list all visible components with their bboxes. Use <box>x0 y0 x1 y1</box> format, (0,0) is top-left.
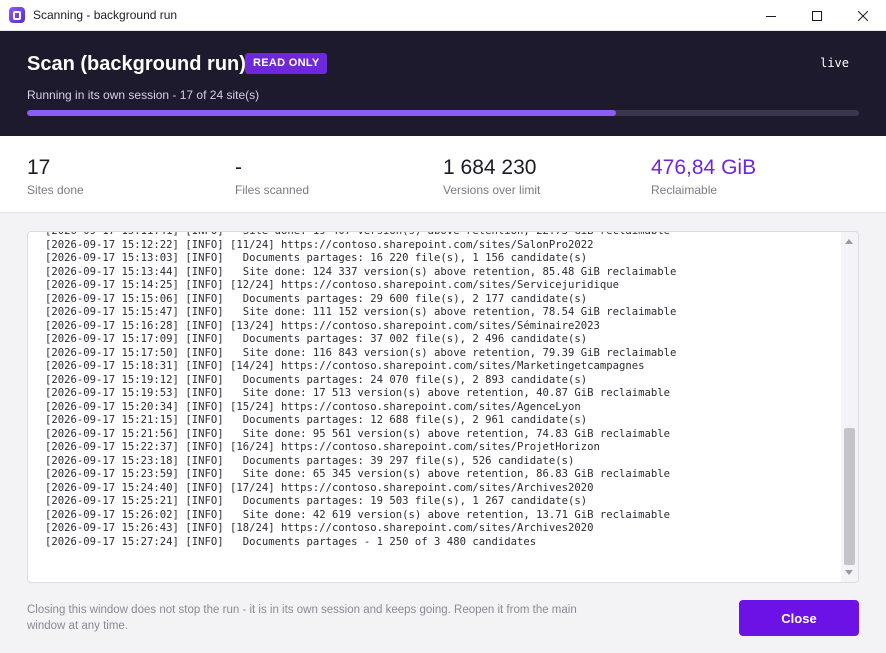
stat-value: 1 684 230 <box>443 156 537 179</box>
stat-label: Sites done <box>27 183 84 197</box>
log-line: [2026-09-17 15:19:53] [INFO] Site done: … <box>45 387 671 399</box>
scroll-up-icon[interactable] <box>845 239 853 244</box>
stat-label: Versions over limit <box>443 183 541 197</box>
log-line: [2026-09-17 15:24:40] [INFO] [17/24] htt… <box>45 481 594 494</box>
log-line: [2026-09-17 15:21:15] [INFO] Documents p… <box>45 414 588 426</box>
stat-value: 476,84 GiB <box>651 156 757 179</box>
page-title: Scan (background run) <box>27 53 246 75</box>
log-line: [2026-09-17 15:15:06] [INFO] Documents p… <box>45 292 588 305</box>
log-line: [2026-09-17 15:13:44] [INFO] Site done: … <box>45 265 677 278</box>
stat-value: 17 <box>27 156 51 179</box>
progress-fill <box>27 110 617 116</box>
stat-label: Reclaimable <box>651 183 718 197</box>
log-line: [2026-09-17 15:26:02] [INFO] Site done: … <box>45 508 671 521</box>
stat-reclaimable: 476,84 GiB Reclaimable <box>651 156 756 197</box>
title-bar: Scanning - background run <box>0 0 886 31</box>
maximize-icon <box>812 10 822 21</box>
log-line: [2026-09-17 15:15:47] [INFO] Site done: … <box>45 306 677 318</box>
progress-bar <box>27 110 859 116</box>
log-line: [2026-09-17 15:23:59] [INFO] Site done: … <box>45 468 671 480</box>
close-icon <box>858 10 868 21</box>
status-subtitle: Running in its own session - 17 of 24 si… <box>27 88 260 102</box>
read-only-badge: READ ONLY <box>245 53 328 74</box>
log-line: [2026-09-17 15:22:37] [INFO] [16/24] htt… <box>45 441 600 453</box>
stat-sites-done: 17 Sites done <box>27 156 84 197</box>
scroll-down-icon[interactable] <box>845 570 853 575</box>
scan-header: Scan (background run) READ ONLY live Run… <box>0 31 886 136</box>
minimize-button[interactable] <box>748 0 794 31</box>
log-scrollbar[interactable] <box>841 232 858 582</box>
log-line: [2026-09-17 15:18:31] [INFO] [14/24] htt… <box>45 360 645 372</box>
stat-label: Files scanned <box>235 183 310 197</box>
footer-note: Closing this window does not stop the ru… <box>27 604 577 632</box>
close-button[interactable]: Close <box>739 600 859 636</box>
log-line: [2026-09-17 15:20:34] [INFO] [15/24] htt… <box>45 400 581 413</box>
stat-files-scanned: - Files scanned <box>235 156 309 197</box>
stat-versions-over-limit: 1 684 230 Versions over limit <box>443 156 540 197</box>
minimize-icon <box>766 15 776 17</box>
log-line: [2026-09-17 15:13:03] [INFO] Documents p… <box>45 252 588 264</box>
log-line: [2026-09-17 15:25:21] [INFO] Documents p… <box>45 495 588 507</box>
stat-value: - <box>235 156 242 179</box>
log-line: [2026-09-17 15:19:12] [INFO] Documents p… <box>45 373 588 386</box>
log-output[interactable]: [2026-09-17 15:11:41] [INFO] Site done: … <box>27 231 859 583</box>
log-line: [2026-09-17 15:27:24] [INFO] Documents p… <box>45 535 537 548</box>
log-line: [2026-09-17 15:21:56] [INFO] Site done: … <box>45 427 671 440</box>
log-line: [2026-09-17 15:23:18] [INFO] Documents p… <box>45 454 575 467</box>
stats-panel: 17 Sites done - Files scanned 1 684 230 … <box>0 136 886 213</box>
window-controls <box>748 0 886 31</box>
scroll-thumb[interactable] <box>844 428 855 565</box>
log-line: [2026-09-17 15:16:28] [INFO] [13/24] htt… <box>45 319 600 332</box>
maximize-button[interactable] <box>794 0 840 31</box>
log-line: [2026-09-17 15:12:22] [INFO] [11/24] htt… <box>45 238 594 251</box>
live-indicator: live <box>820 56 849 70</box>
app-icon <box>9 7 25 23</box>
log-line: [2026-09-17 15:11:41] [INFO] Site done: … <box>45 231 671 237</box>
close-window-button[interactable] <box>840 0 886 31</box>
log-line: [2026-09-17 15:17:09] [INFO] Documents p… <box>45 333 588 345</box>
window-title: Scanning - background run <box>33 8 178 22</box>
log-lines: [2026-09-17 15:11:41] [INFO] Site done: … <box>45 231 840 549</box>
log-line: [2026-09-17 15:14:25] [INFO] [12/24] htt… <box>45 279 620 291</box>
log-line: [2026-09-17 15:26:43] [INFO] [18/24] htt… <box>45 522 594 534</box>
log-line: [2026-09-17 15:17:50] [INFO] Site done: … <box>45 346 677 359</box>
